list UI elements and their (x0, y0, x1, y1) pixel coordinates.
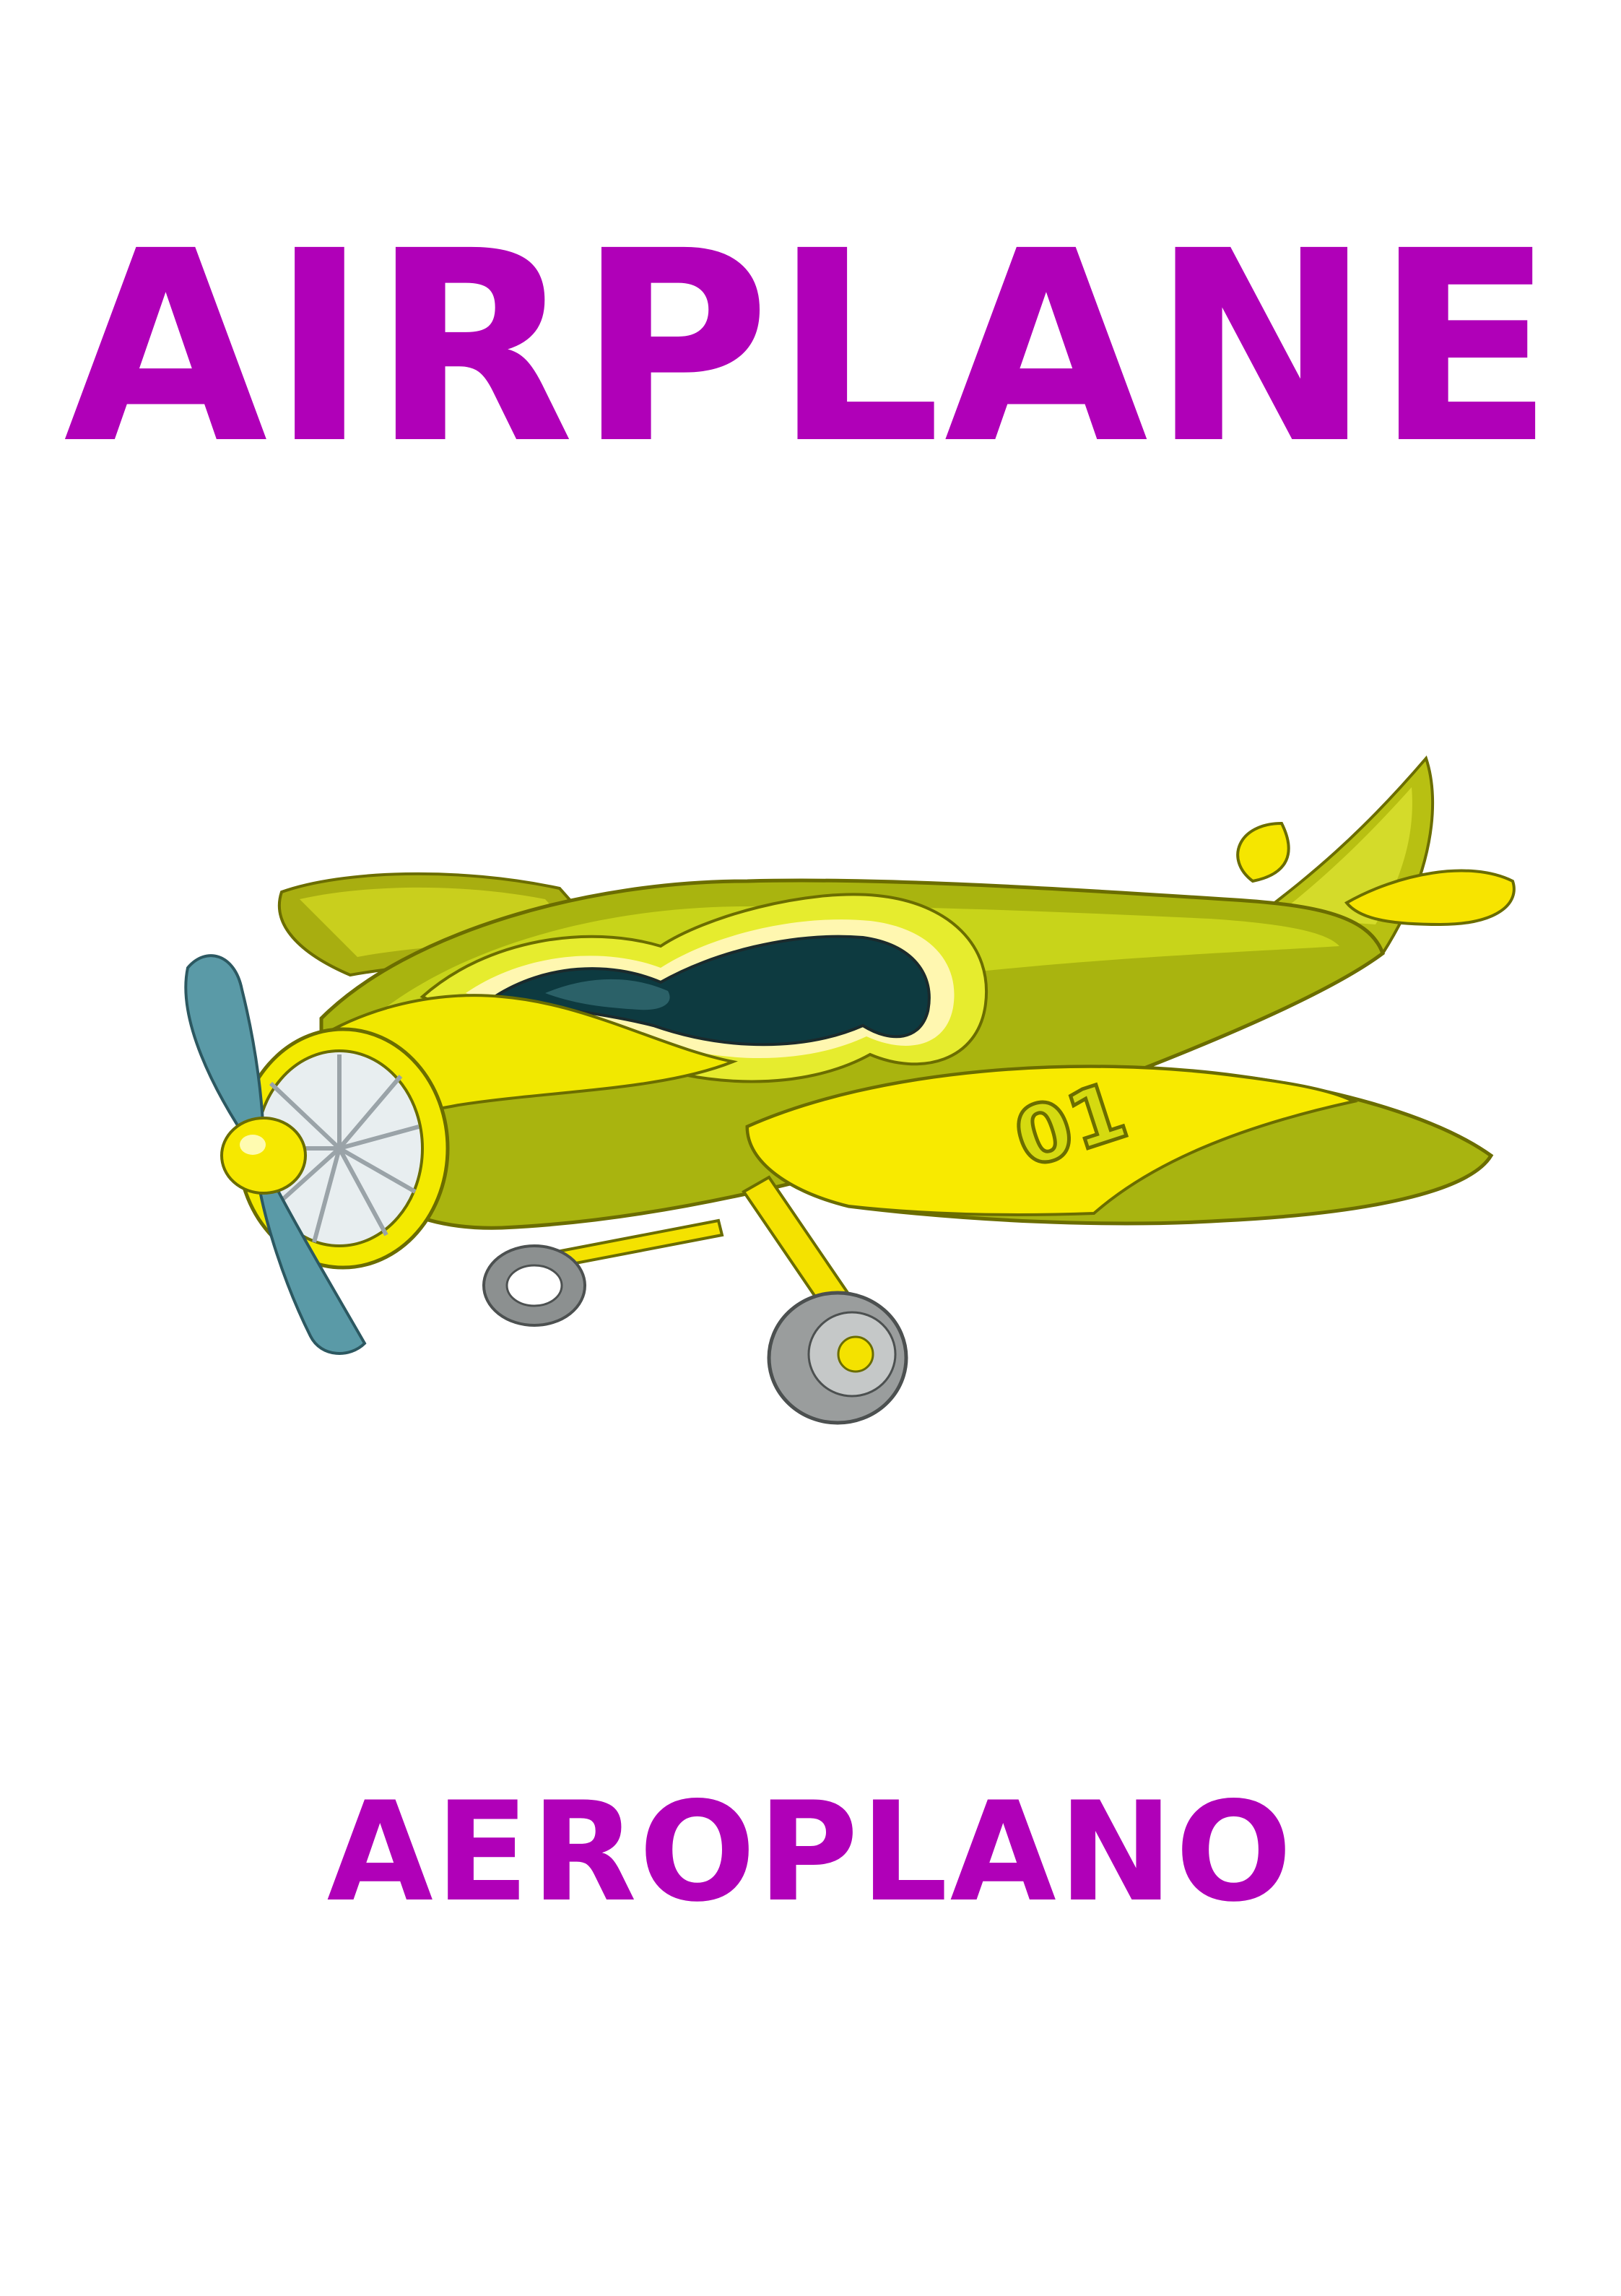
flashcard: AIRPLANE 01 AEROPLANO (0, 0, 1621, 2296)
card-title: AIRPLANE (64, 195, 1557, 502)
airplane-illustration: 01 (155, 715, 1527, 1502)
airplane-icon: 01 (184, 755, 1516, 1425)
card-translation: AEROPLANO (326, 1772, 1295, 1932)
